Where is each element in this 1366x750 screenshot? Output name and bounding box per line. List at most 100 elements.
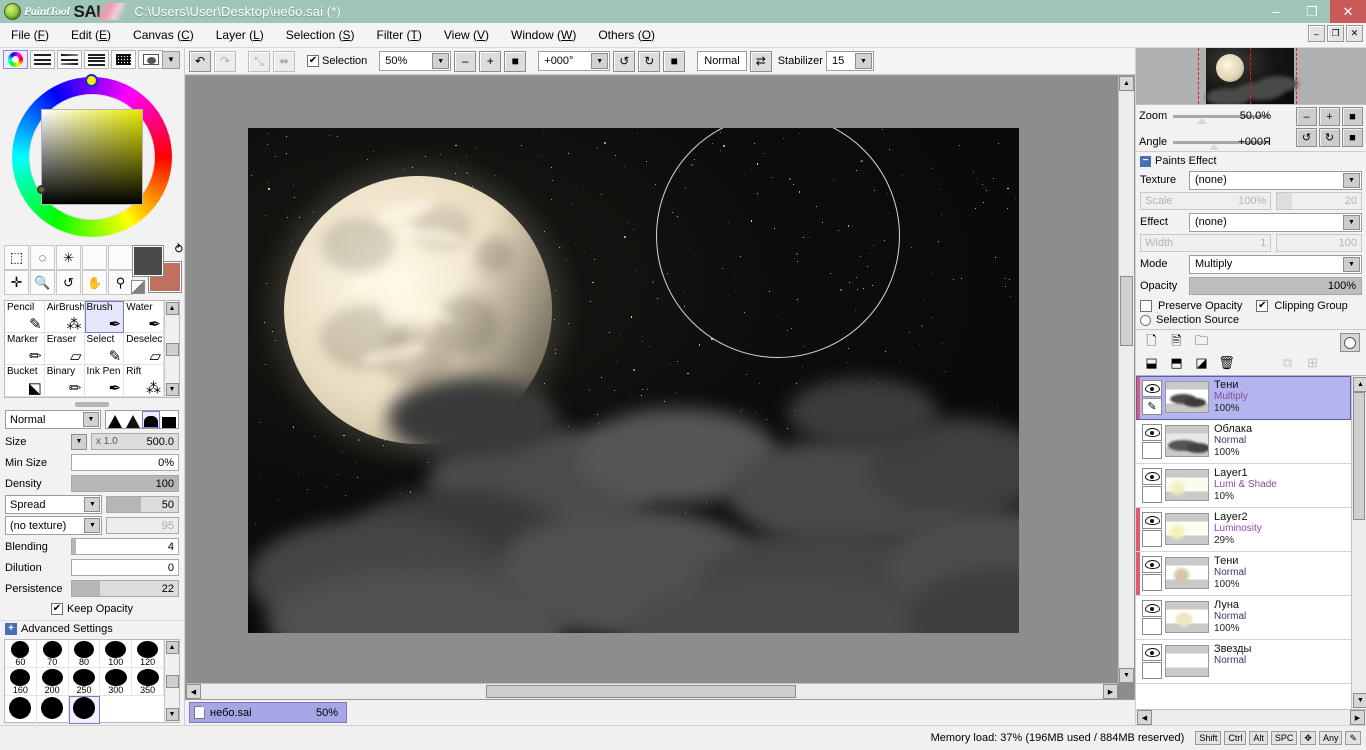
color-wheel[interactable] (12, 74, 172, 238)
layer-list[interactable]: ✎ Тени Multiply 100% Облака Normal 100% … (1136, 375, 1366, 709)
angle-combo[interactable]: +000° ▼ (538, 51, 611, 71)
brush-size-dropdown[interactable]: ▼ (71, 433, 87, 450)
preset-60[interactable]: 60 (5, 640, 37, 668)
hsv-slider-mode-button[interactable] (57, 50, 82, 70)
menu-window[interactable]: Window (W) (500, 23, 587, 48)
navigator-zoom-out-button[interactable]: – (1296, 107, 1317, 126)
canvas-hscroll-thumb[interactable] (486, 685, 796, 698)
layer-edit-toggle[interactable] (1142, 662, 1162, 679)
chevron-down-icon[interactable]: ▼ (84, 518, 101, 533)
menu-canvas[interactable]: Canvas (C) (122, 23, 205, 48)
layer-edit-toggle[interactable] (1142, 530, 1162, 547)
brush-size-field[interactable]: x 1.0 500.0 (91, 433, 179, 450)
zoom-in-button[interactable]: + (479, 50, 502, 72)
navigator-rotate-cw-button[interactable]: ↻ (1319, 128, 1340, 147)
tool-water[interactable]: Water ✒ (124, 301, 164, 334)
keep-opacity-row[interactable]: ✔ Keep Opacity (5, 600, 179, 618)
layer-visibility-toggle[interactable] (1142, 512, 1162, 529)
layer-row-zvezdy[interactable]: Звезды Normal (1136, 640, 1351, 684)
delete-layer-icon[interactable]: 🗑 (1217, 354, 1236, 373)
layer-hscroll-left[interactable]: ◀ (1137, 710, 1152, 725)
lasso-select-icon[interactable]: ◌ (30, 245, 55, 271)
new-folder-icon[interactable]: 🗀 (1192, 333, 1211, 353)
preset-row3-2[interactable] (36, 696, 69, 724)
blank-tool-slot-1[interactable] (82, 245, 107, 271)
menu-others[interactable]: Others (O) (587, 23, 666, 48)
layer-list-scroll-up[interactable]: ▲ (1353, 377, 1366, 392)
document-tab[interactable]: небо.sai 50% (189, 702, 347, 723)
layer-edit-toggle[interactable] (1142, 442, 1162, 459)
layer-visibility-toggle[interactable] (1142, 556, 1162, 573)
layer-list-scrollbar[interactable]: ▼ ▲ (1351, 376, 1366, 709)
navigator-thumbnail[interactable] (1136, 48, 1366, 105)
menu-layer[interactable]: Layer (L) (205, 23, 275, 48)
rgb-slider-mode-button[interactable] (30, 50, 55, 70)
layer-edit-toggle[interactable] (1142, 618, 1162, 635)
layer-hscroll-right[interactable]: ▶ (1350, 710, 1365, 725)
swatch-list-mode-button[interactable] (84, 50, 109, 70)
shift-key-badge[interactable]: Shift (1195, 731, 1222, 745)
crop-button[interactable]: ⤡ (248, 50, 270, 72)
menu-edit[interactable]: Edit (E) (60, 23, 122, 48)
preserve-opacity-checkbox[interactable] (1140, 300, 1152, 312)
rotate-cw-button[interactable]: ↻ (638, 50, 661, 72)
advanced-settings-row[interactable]: + Advanced Settings (0, 620, 184, 637)
tool-grid-scroll-down[interactable]: ▼ (165, 383, 179, 397)
layer-row-teni-multiply[interactable]: ✎ Тени Multiply 100% (1136, 376, 1351, 420)
default-colors-icon[interactable] (131, 280, 145, 295)
layer-list-h-scrollbar[interactable]: ◀ ▶ (1136, 709, 1366, 725)
tool-binary[interactable]: Binary ✏ (44, 365, 85, 398)
preset-100[interactable]: 100 (100, 640, 133, 668)
canvas-scroll-right[interactable]: ▶ (1103, 684, 1118, 699)
canvas-scroll-left[interactable]: ◀ (186, 684, 201, 699)
navigator-zoom-thumb[interactable] (1197, 118, 1207, 124)
expand-plus-icon[interactable]: + (5, 623, 17, 635)
layer-edit-toggle[interactable] (1142, 486, 1162, 503)
layer-row-teni-normal[interactable]: Тени Normal 100% (1136, 552, 1351, 596)
chevron-down-icon[interactable]: ▼ (83, 412, 99, 427)
menu-selection[interactable]: Selection (S) (275, 23, 366, 48)
chevron-down-icon[interactable]: ▼ (591, 53, 609, 69)
hand-icon[interactable]: ✋ (82, 270, 107, 296)
brush-blend-mode-combo[interactable]: Normal ▼ (5, 410, 101, 429)
tool-grid-scroll-up[interactable]: ▲ (165, 302, 179, 316)
layer-row-layer2[interactable]: Layer2 Luminosity 29% (1136, 508, 1351, 552)
stabilizer-combo[interactable]: 15 ▼ (825, 51, 874, 71)
tool-select[interactable]: Select ✎ (84, 333, 125, 366)
brush-texture-combo[interactable]: (no texture) ▼ (5, 516, 103, 535)
effect-combo[interactable]: (none) ▼ (1189, 212, 1362, 232)
presets-scroll-thumb[interactable] (165, 674, 179, 688)
chevron-down-icon[interactable]: ▼ (1343, 172, 1360, 188)
brush-spread-combo[interactable]: Spread ▼ (5, 495, 103, 514)
layer-opacity-slider[interactable]: 100% (1189, 277, 1362, 295)
tool-rift[interactable]: Rift ⁂ (124, 365, 164, 398)
zoom-reset-button[interactable]: ■ (504, 50, 527, 72)
preset-80[interactable]: 80 (68, 640, 101, 668)
selection-toggle[interactable]: ✔ Selection (307, 55, 367, 67)
zoom-icon[interactable]: 🔍 (30, 270, 55, 296)
layer-visibility-toggle[interactable] (1142, 424, 1162, 441)
merge-copy-icon[interactable]: ⬒ (1167, 354, 1186, 373)
swap-colors-icon[interactable]: ⥁ (175, 242, 183, 256)
selection-source-icon[interactable] (1340, 333, 1360, 352)
rect-select-icon[interactable]: ⬚ (4, 245, 29, 271)
move-icon[interactable]: ✛ (4, 270, 29, 296)
layer-row-layer1[interactable]: Layer1 Lumi & Shade 10% (1136, 464, 1351, 508)
swatch-grid-mode-button[interactable] (111, 50, 136, 70)
tool-grid-scroll-thumb[interactable] (165, 342, 179, 356)
layer-visibility-toggle[interactable] (1142, 468, 1162, 485)
layer-visibility-toggle[interactable] (1142, 600, 1162, 617)
canvas-horizontal-scrollbar[interactable]: ◀ ▶ (186, 683, 1118, 699)
chevron-down-icon[interactable]: ▼ (854, 53, 872, 69)
layer-row-luna[interactable]: Луна Normal 100% (1136, 596, 1351, 640)
presets-scrollbar[interactable]: ▲ ▼ (164, 640, 179, 722)
saturation-value-square[interactable] (41, 109, 143, 206)
layer-list-scroll-down[interactable]: ▼ (1353, 693, 1366, 708)
brush-minsize-field[interactable]: 0% (71, 454, 179, 471)
layer-row-oblaka[interactable]: Облака Normal 100% (1136, 420, 1351, 464)
hue-marker-icon[interactable] (85, 74, 98, 88)
preset-120[interactable]: 120 (132, 640, 164, 668)
brush-blending-slider[interactable]: 4 (71, 538, 179, 555)
texture-combo[interactable]: (none) ▼ (1189, 170, 1362, 190)
merge-down-icon[interactable]: ⬓ (1142, 354, 1161, 373)
